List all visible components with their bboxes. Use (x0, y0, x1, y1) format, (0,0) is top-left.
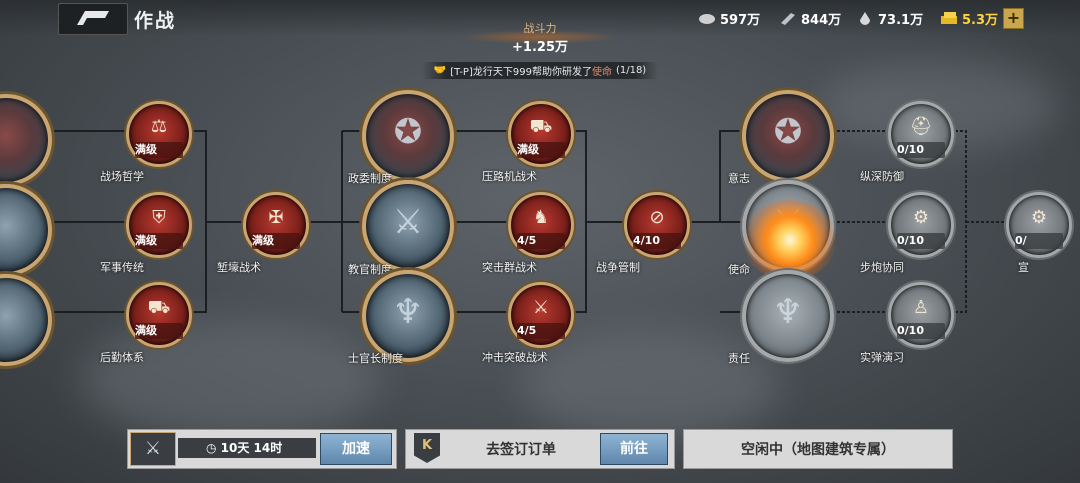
tech-label: 堑壕战术 (217, 261, 261, 274)
level-tag: 满级 (517, 142, 565, 158)
tech-zhanchang-zhexue[interactable]: ⚖ 满级 (126, 101, 192, 167)
star-emblem-icon: ✪ (773, 112, 803, 152)
tech-zhanzheng-guanzhi[interactable]: ⊘ 4/10 (624, 192, 690, 258)
tech-yaluji-zhanshu[interactable]: ⛟ 满级 (508, 101, 574, 167)
shield-icon: ⛨ (152, 207, 166, 228)
level-tag: 0/10 (897, 233, 945, 249)
tech-yizhi[interactable]: ✪ (742, 90, 834, 182)
tech-zhengwei-zhidu[interactable]: ✪ (362, 90, 454, 182)
no-bomb-icon: ⊘ (649, 207, 665, 228)
tech-label: 军事传统 (100, 261, 144, 274)
tech-chongji-tupo[interactable]: ⚔ 4/5 (508, 282, 574, 348)
tech-shiguanzhang-zhidu[interactable]: ♆ (362, 270, 454, 362)
scales-icon: ⚖ (150, 116, 168, 137)
order-badge-icon: K (414, 433, 440, 463)
tech-label: 纵深防御 (860, 170, 904, 183)
truck-icon: ⛟ (147, 297, 171, 318)
tech-label: 士官长制度 (348, 352, 403, 365)
goto-button[interactable]: 前往 (600, 433, 668, 465)
level-tag: 4/5 (517, 233, 565, 249)
tech-jiaoguan-zhidu[interactable]: ⚔ (362, 180, 454, 272)
tech-label: 实弹演习 (860, 351, 904, 364)
tech-label: 冲击突破战术 (482, 351, 548, 364)
wing-emblem-icon: ♆ (772, 292, 804, 332)
research-queue-panel: ⚔ ◷ 10天 14时 加速 (127, 429, 397, 469)
soldiers-icon: ♞ (532, 207, 550, 228)
wing-emblem-icon: ♆ (392, 292, 424, 332)
tech-shidan-yanxi[interactable]: ♙ 0/10 (888, 282, 954, 348)
star-emblem-icon: ✪ (393, 112, 423, 152)
tech-label: 步炮协同 (860, 261, 904, 274)
artillery-icon: ⚙ (912, 207, 930, 228)
level-tag: 4/5 (517, 323, 565, 339)
tech-houqin-tixi[interactable]: ⛟ 满级 (126, 282, 192, 348)
tech-xuan-partial[interactable]: ⚙ 0/ (1006, 192, 1072, 258)
tank-icon: ⛟ (529, 116, 553, 137)
level-tag: 满级 (135, 323, 183, 339)
barbed-wire-icon: ✠ (268, 207, 284, 228)
tech-tujiqun-zhanshu[interactable]: ♞ 4/5 (508, 192, 574, 258)
timer-value: 10天 14时 (220, 441, 283, 455)
tech-label: 宣 (1018, 261, 1029, 274)
level-tag: 0/10 (897, 142, 945, 158)
idle-text: 空闲中（地图建筑专属） (741, 442, 895, 458)
level-tag: 4/10 (633, 233, 681, 249)
tech-label: 战场哲学 (100, 170, 144, 183)
tech-label: 战争管制 (596, 261, 640, 274)
level-tag: 满级 (252, 233, 300, 249)
level-tag: 0/ (1015, 233, 1063, 249)
clock-icon: ◷ (206, 441, 221, 455)
tech-bupao-xietong[interactable]: ⚙ 0/10 (888, 192, 954, 258)
tech-label: 责任 (728, 352, 750, 365)
order-panel: K 去签订订单 前往 (405, 429, 675, 469)
tech-label: 突击群战术 (482, 261, 537, 274)
research-timer-bar: ◷ 10天 14时 (178, 438, 316, 458)
tech-zeren[interactable]: ♆ (742, 270, 834, 362)
level-tag: 满级 (135, 142, 183, 158)
tech-label: 后勤体系 (100, 351, 144, 364)
sword-emblem-icon: ⚔ (392, 202, 424, 242)
helmet-icon: ⛑ (909, 116, 933, 137)
tech-label: 压路机战术 (482, 170, 537, 183)
research-thumbnail: ⚔ (130, 432, 176, 466)
speedup-button[interactable]: 加速 (320, 433, 392, 465)
tech-zongshen-fangyu[interactable]: ⛑ 0/10 (888, 101, 954, 167)
level-tag: 0/10 (897, 323, 945, 339)
timer-text: ◷ 10天 14时 (206, 439, 282, 456)
tech-qianhao-zhanshu[interactable]: ✠ 满级 (243, 192, 309, 258)
idle-panel: 空闲中（地图建筑专属） (683, 429, 953, 469)
sword-emblem-icon: ⚔ (144, 438, 162, 459)
rifleman-icon: ♙ (912, 297, 930, 318)
assault-icon: ⚔ (532, 297, 550, 318)
unknown-icon: ⚙ (1030, 207, 1048, 228)
order-text: 去签订订单 (486, 442, 556, 458)
level-tag: 满级 (135, 233, 183, 249)
tech-junshi-chuantong[interactable]: ⛨ 满级 (126, 192, 192, 258)
